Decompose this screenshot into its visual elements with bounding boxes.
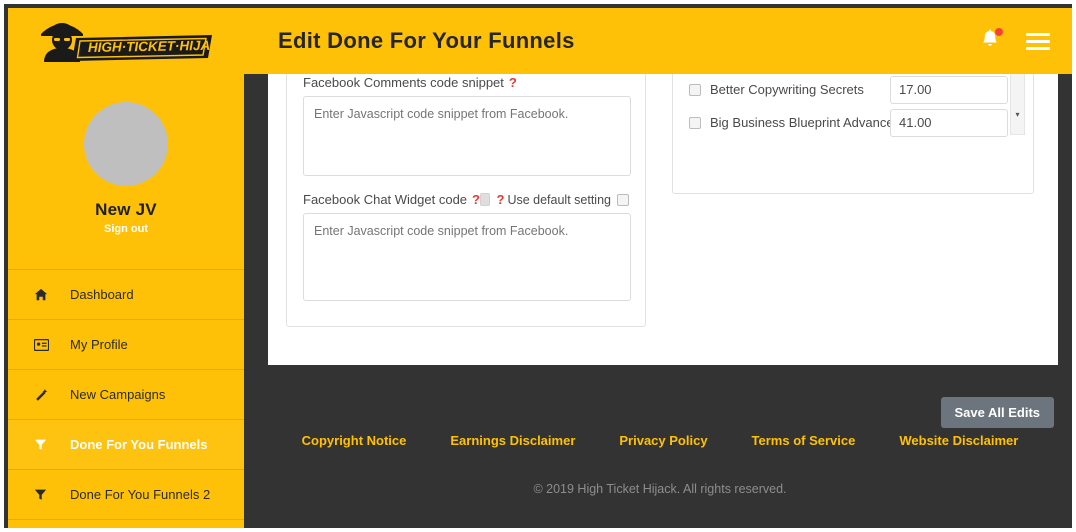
sidebar-nav: Dashboard My Profile New Campaigns Done … xyxy=(8,269,244,528)
facebook-chat-widget-textarea[interactable] xyxy=(303,213,631,301)
field-label-text: Facebook Comments code snippet xyxy=(303,75,504,90)
top-header: Edit Done For Your Funnels xyxy=(244,8,1072,74)
help-icon[interactable]: ? xyxy=(509,75,517,90)
hamburger-bar xyxy=(1026,39,1050,43)
edit-funnel-card: Facebook Comments code snippet ? Faceboo… xyxy=(268,74,1058,365)
product-checkbox[interactable] xyxy=(689,83,701,96)
footer-links: Copyright Notice Earnings Disclaimer Pri… xyxy=(244,433,1072,448)
footer-link-privacy-policy[interactable]: Privacy Policy xyxy=(619,433,707,448)
funnel-icon xyxy=(34,488,56,501)
product-row: Better Copywriting Secrets xyxy=(689,74,1025,106)
sidebar-item-done-for-you-funnels-2[interactable]: Done For You Funnels 2 xyxy=(8,469,244,519)
facebook-chat-widget-label: Facebook Chat Widget code ? xyxy=(303,192,480,207)
footer-link-terms-of-service[interactable]: Terms of Service xyxy=(752,433,856,448)
sign-out-link[interactable]: Sign out xyxy=(8,223,244,235)
products-scrollbar[interactable] xyxy=(1010,74,1025,135)
footer-link-website-disclaimer[interactable]: Website Disclaimer xyxy=(899,433,1018,448)
sidebar-item-label: New Campaigns xyxy=(70,387,166,402)
help-icon[interactable]: ? xyxy=(497,192,505,207)
save-all-edits-button[interactable]: Save All Edits xyxy=(940,397,1054,428)
field-label-text: Facebook Chat Widget code xyxy=(303,192,468,207)
header-actions xyxy=(980,28,1050,53)
logo-graphic: HIGH·TICKET·HIJACK xyxy=(36,18,216,68)
footer-link-earnings-disclaimer[interactable]: Earnings Disclaimer xyxy=(450,433,575,448)
use-default-setting-checkbox[interactable] xyxy=(617,193,629,206)
notification-badge-dot xyxy=(995,28,1003,36)
sidebar-item-label: My Profile xyxy=(70,337,128,352)
help-icon[interactable]: ? xyxy=(472,192,480,207)
facebook-settings-panel: Facebook Comments code snippet ? Faceboo… xyxy=(286,74,646,327)
use-default-setting-label: Use default setting xyxy=(507,192,611,207)
main-content: Facebook Comments code snippet ? Faceboo… xyxy=(244,74,1072,528)
product-checkbox[interactable] xyxy=(689,116,701,129)
notifications-button[interactable] xyxy=(980,28,1003,53)
brand-logo[interactable]: HIGH·TICKET·HIJACK xyxy=(8,8,244,74)
sidebar-item-label: Dashboard xyxy=(70,287,134,302)
hamburger-menu-icon[interactable] xyxy=(1026,32,1050,50)
id-card-icon xyxy=(34,338,56,351)
product-name: Better Copywriting Secrets xyxy=(710,82,864,97)
facebook-comments-label: Facebook Comments code snippet ? xyxy=(303,75,629,90)
sidebar-item-partial[interactable] xyxy=(8,519,244,528)
products-panel: Better Copywriting Secrets Big Business … xyxy=(672,74,1034,194)
sidebar-item-new-campaigns[interactable]: New Campaigns xyxy=(8,369,244,419)
app-window: HIGH·TICKET·HIJACK New JV Sign out Dashb… xyxy=(0,0,1076,532)
product-row: Big Business Blueprint Advanced xyxy=(689,106,1025,139)
footer-link-copyright-notice[interactable]: Copyright Notice xyxy=(302,433,407,448)
page-title: Edit Done For Your Funnels xyxy=(278,28,575,53)
color-swatch-button[interactable] xyxy=(480,193,490,206)
hamburger-bar xyxy=(1026,32,1050,36)
facebook-comments-textarea[interactable] xyxy=(303,96,631,176)
funnel-icon xyxy=(34,438,56,451)
facebook-chat-widget-row: Facebook Chat Widget code ? ? Use defaul… xyxy=(303,192,629,207)
sidebar-item-dashboard[interactable]: Dashboard xyxy=(8,269,244,319)
product-price-input[interactable] xyxy=(890,75,1008,104)
high-ticket-hijack-logo-icon: HIGH·TICKET·HIJACK xyxy=(41,23,216,62)
user-name: New JV xyxy=(95,200,157,219)
sidebar-item-my-profile[interactable]: My Profile xyxy=(8,319,244,369)
chevron-down-icon[interactable]: ▾ xyxy=(1010,107,1025,121)
hamburger-bar xyxy=(1026,46,1050,50)
page-footer: Copyright Notice Earnings Disclaimer Pri… xyxy=(244,365,1072,528)
sidebar-item-label: Done For You Funnels xyxy=(70,437,208,452)
sidebar: HIGH·TICKET·HIJACK New JV Sign out Dashb… xyxy=(8,8,244,528)
sidebar-item-done-for-you-funnels[interactable]: Done For You Funnels xyxy=(8,419,244,469)
home-icon xyxy=(34,288,56,302)
sidebar-item-label: Done For You Funnels 2 xyxy=(70,487,211,502)
product-price-input[interactable] xyxy=(890,108,1008,137)
svg-text:HIGH·TICKET·HIJACK: HIGH·TICKET·HIJACK xyxy=(88,38,216,55)
copyright-text: © 2019 High Ticket Hijack. All rights re… xyxy=(533,482,787,496)
user-avatar[interactable] xyxy=(84,102,168,186)
product-name: Big Business Blueprint Advanced xyxy=(710,115,901,130)
magic-wand-icon xyxy=(34,388,56,402)
